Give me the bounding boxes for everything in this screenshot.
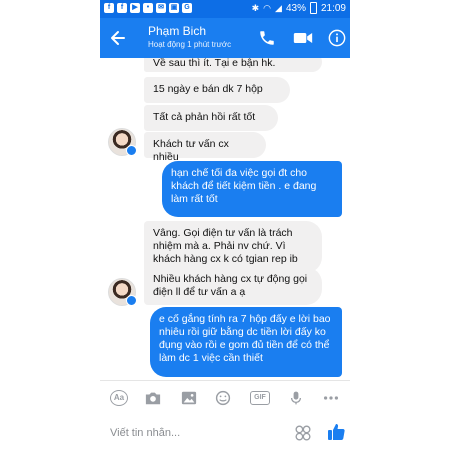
contact-avatar[interactable] (108, 278, 137, 306)
contact-name[interactable]: Phạm Bich (148, 24, 206, 38)
battery-percent: 43% (285, 2, 306, 14)
info-icon[interactable] (328, 29, 346, 47)
clock: 21:09 (320, 2, 346, 14)
contact-avatar[interactable] (108, 128, 137, 156)
youtube-icon: ▶ (130, 3, 140, 13)
message-bubble[interactable]: Tất cả phản hồi rất tốt (144, 105, 278, 131)
mail-icon: ✉ (156, 3, 166, 13)
message-bubble[interactable]: Vâng. Gọi điện tư vấn là trách nhiệm mà … (144, 221, 322, 273)
video-call-icon[interactable] (293, 29, 313, 47)
message-list[interactable]: Về sau thì ít. Tại e bận hk. 15 ngày e b… (100, 58, 350, 380)
message-bubble[interactable]: Nhiều khách hàng cx tự động gọi điện ll … (144, 267, 322, 305)
messenger-badge-icon (126, 295, 137, 306)
phone-call-icon[interactable] (258, 29, 276, 47)
wifi-icon: ◠ (263, 2, 272, 13)
message-bubble[interactable]: e cố gắng tính ra 7 hộp đấy e lời bao nh… (150, 307, 342, 377)
message-input[interactable] (108, 424, 272, 442)
status-bar: f f ▶ • ✉ ▣ G ✱ ◠ ◢ 43% 21:09 (100, 0, 350, 18)
active-status: Hoạt động 1 phút trước (148, 40, 232, 49)
system-indicators: ✱ ◠ ◢ 43% 21:09 (252, 2, 346, 14)
image-icon[interactable] (180, 390, 198, 406)
google-icon: G (182, 3, 192, 13)
emoji-icon[interactable] (214, 390, 232, 406)
thumbs-up-icon[interactable] (326, 422, 346, 442)
microphone-icon[interactable] (287, 390, 305, 406)
sticker-icon[interactable] (294, 424, 312, 442)
battery-icon (309, 2, 317, 14)
camera-icon[interactable] (144, 390, 162, 406)
more-icon[interactable] (322, 390, 340, 406)
notification-icons: f f ▶ • ✉ ▣ G (104, 3, 192, 13)
aa-icon[interactable]: Aa (110, 390, 128, 406)
messenger-badge-icon (126, 145, 137, 156)
app-icon: • (143, 3, 153, 13)
message-bubble[interactable]: Về sau thì ít. Tại e bận hk. (144, 58, 322, 72)
bluetooth-icon: ✱ (251, 2, 260, 13)
gallery-icon: ▣ (169, 3, 179, 13)
message-bubble[interactable]: 15 ngày e bán dk 7 hộp (144, 77, 290, 103)
messenger-screen: f f ▶ • ✉ ▣ G ✱ ◠ ◢ 43% 21:09 Phạm Bich … (100, 0, 350, 450)
facebook-icon: f (117, 3, 127, 13)
composer-toolbar: Aa GIF (100, 380, 350, 415)
message-bubble[interactable]: Khách tư vấn cx nhiều (144, 132, 266, 163)
message-bubble[interactable]: hạn chế tối đa việc gọi đt cho khách để … (162, 161, 342, 217)
facebook-icon: f (104, 3, 114, 13)
message-composer (100, 414, 350, 450)
gif-icon[interactable]: GIF (250, 391, 270, 405)
signal-icon: ◢ (275, 2, 282, 13)
conversation-header: Phạm Bich Hoạt động 1 phút trước (100, 18, 350, 58)
back-arrow-icon[interactable] (108, 28, 128, 48)
